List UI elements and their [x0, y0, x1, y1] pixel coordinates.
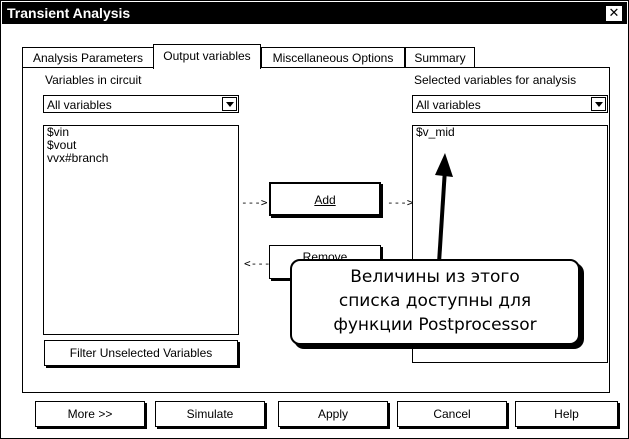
callout-line: списка доступны для	[338, 291, 532, 311]
window-title: Transient Analysis	[7, 5, 131, 21]
tab-output-variables[interactable]: Output variables	[153, 44, 261, 69]
left-variable-filter-select[interactable]: All variables	[43, 95, 239, 113]
left-filter-value: All variables	[47, 98, 112, 112]
close-icon[interactable]: ✕	[605, 5, 623, 22]
callout-line: Величины из этого	[350, 267, 520, 287]
add-button-label: Add	[314, 193, 336, 207]
tab-analysis-parameters[interactable]: Analysis Parameters	[22, 47, 154, 68]
chevron-down-icon[interactable]	[222, 97, 237, 111]
list-item[interactable]: $v_mid	[413, 126, 607, 139]
variables-in-circuit-list[interactable]: $vin $vout vvx#branch	[43, 125, 239, 335]
selected-variables-heading: Selected variables for analysis	[414, 73, 577, 87]
apply-button[interactable]: Apply	[278, 401, 388, 427]
add-arrow-right: --->	[387, 196, 414, 209]
cancel-button[interactable]: Cancel	[397, 401, 507, 427]
add-button[interactable]: Add	[269, 182, 381, 216]
transient-analysis-dialog: Transient Analysis ✕ Analysis Parameters…	[0, 0, 629, 439]
callout-annotation: Величины из этого списка доступны для фу…	[290, 259, 580, 345]
right-filter-value: All variables	[416, 98, 481, 112]
callout-line: функции Postprocessor	[333, 315, 537, 335]
variables-in-circuit-heading: Variables in circuit	[45, 73, 142, 87]
filter-unselected-variables-button[interactable]: Filter Unselected Variables	[44, 340, 238, 366]
help-button[interactable]: Help	[515, 401, 618, 427]
add-arrow-left: --->	[241, 196, 268, 209]
list-item[interactable]: vvx#branch	[44, 152, 238, 165]
simulate-button[interactable]: Simulate	[155, 401, 265, 427]
arrow-up-icon	[435, 153, 453, 263]
title-bar[interactable]: Transient Analysis ✕	[2, 2, 627, 24]
chevron-down-icon[interactable]	[591, 97, 606, 111]
more-button[interactable]: More >>	[35, 401, 145, 427]
right-variable-filter-select[interactable]: All variables	[412, 95, 608, 113]
tab-miscellaneous-options[interactable]: Miscellaneous Options	[261, 47, 405, 68]
tab-summary[interactable]: Summary	[405, 47, 475, 68]
remove-arrow: <---	[244, 257, 271, 270]
